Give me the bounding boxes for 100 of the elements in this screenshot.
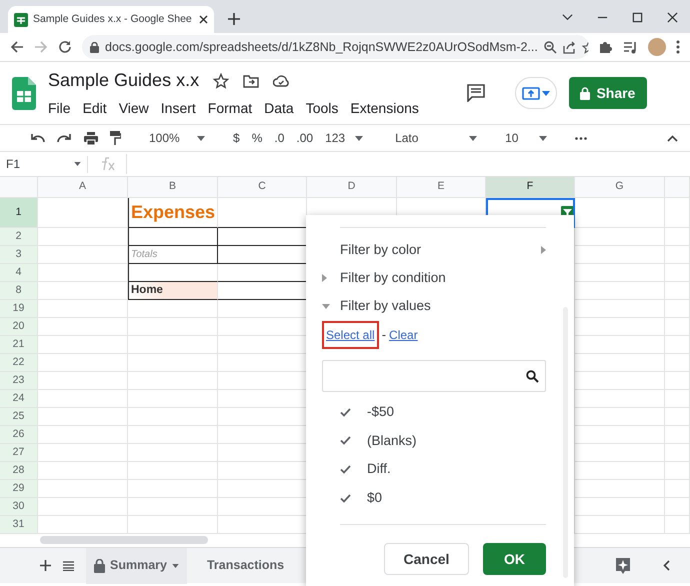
address-bar[interactable]: docs.google.com/spreadsheets/d/1kZ8Nb_RojqnSWWE2z0AUrOSodMsm-2... bbox=[82, 35, 589, 59]
column-header[interactable]: G bbox=[575, 177, 665, 198]
chevron-left-icon[interactable] bbox=[663, 560, 670, 571]
undo-icon[interactable] bbox=[30, 133, 45, 143]
close-icon[interactable] bbox=[199, 15, 208, 24]
column-header[interactable]: B bbox=[128, 177, 218, 198]
row-header[interactable]: 30 bbox=[0, 498, 38, 516]
share-button[interactable]: Share bbox=[568, 77, 647, 109]
zoom-dropdown[interactable]: 100% bbox=[149, 129, 205, 147]
folder-icon[interactable] bbox=[243, 74, 260, 88]
row-header[interactable]: 3 bbox=[0, 246, 38, 264]
chevron-down-icon[interactable] bbox=[562, 12, 573, 23]
collapse-icon[interactable] bbox=[667, 134, 678, 142]
forward-icon[interactable] bbox=[34, 40, 48, 54]
scrollbar-thumb[interactable] bbox=[40, 536, 208, 544]
more-icon[interactable] bbox=[575, 136, 588, 140]
row-header[interactable]: 8 bbox=[0, 282, 38, 300]
document-title[interactable]: Sample Guides x.x bbox=[48, 67, 200, 94]
comment-icon[interactable] bbox=[466, 84, 485, 102]
checkmark-icon[interactable] bbox=[340, 408, 351, 417]
grid-cell[interactable]: Home bbox=[128, 282, 218, 300]
redo-icon[interactable] bbox=[57, 133, 72, 143]
column-header[interactable]: C bbox=[218, 177, 307, 198]
sheets-logo-icon[interactable] bbox=[12, 76, 36, 110]
star-icon[interactable] bbox=[213, 72, 230, 88]
more-icon[interactable] bbox=[676, 40, 680, 54]
format-button[interactable]: .00 bbox=[296, 129, 314, 147]
sheet-tab[interactable]: Transactions bbox=[198, 548, 292, 584]
clear-link[interactable]: Clear bbox=[389, 326, 418, 344]
row-header[interactable]: 20 bbox=[0, 318, 38, 336]
collapse-arrow-icon bbox=[322, 304, 330, 308]
value-option[interactable]: -$50 bbox=[322, 398, 546, 427]
row-header[interactable]: 26 bbox=[0, 426, 38, 444]
select-all-corner[interactable] bbox=[0, 177, 38, 198]
checkmark-icon[interactable] bbox=[340, 494, 351, 503]
zoom-icon[interactable] bbox=[544, 40, 557, 54]
explore-icon[interactable] bbox=[615, 556, 631, 574]
value-option[interactable]: $0 bbox=[322, 484, 546, 512]
menu-item[interactable]: Extensions bbox=[346, 98, 423, 119]
row-header[interactable]: 21 bbox=[0, 336, 38, 354]
sheet-list-icon[interactable] bbox=[63, 560, 74, 570]
row-header[interactable]: 4 bbox=[0, 264, 38, 282]
row-header[interactable]: 19 bbox=[0, 300, 38, 318]
print-icon[interactable] bbox=[84, 132, 98, 144]
font-size-dropdown[interactable]: 10 bbox=[505, 129, 548, 147]
grid-cell[interactable] bbox=[128, 228, 218, 246]
menu-item[interactable]: Format bbox=[204, 98, 256, 119]
column-header[interactable]: E bbox=[397, 177, 486, 198]
menu-item[interactable]: Tools bbox=[302, 98, 342, 119]
format-button[interactable]: .0 bbox=[274, 129, 284, 147]
search-field[interactable] bbox=[322, 360, 546, 392]
new-tab-icon[interactable] bbox=[228, 13, 240, 25]
column-header[interactable]: A bbox=[38, 177, 128, 198]
cancel-button[interactable]: Cancel bbox=[384, 543, 469, 576]
browser-tab[interactable]: Sample Guides x.x - Google Shee bbox=[8, 6, 214, 33]
format-button[interactable]: % bbox=[252, 129, 262, 147]
value-option[interactable]: (Blanks) bbox=[322, 426, 546, 456]
puzzle-icon[interactable] bbox=[599, 40, 613, 54]
filter-option[interactable]: Filter by condition bbox=[322, 264, 546, 292]
row-header[interactable]: 29 bbox=[0, 480, 38, 498]
menu-item[interactable]: View bbox=[114, 98, 153, 119]
value-option[interactable]: Diff. bbox=[322, 455, 546, 484]
paint-format-icon[interactable] bbox=[110, 131, 121, 145]
font-dropdown[interactable]: Lato bbox=[395, 129, 478, 147]
sheet-tab[interactable]: Summary bbox=[86, 548, 187, 584]
filter-option[interactable]: Filter by values bbox=[322, 292, 546, 320]
row-header[interactable]: 25 bbox=[0, 408, 38, 426]
reload-icon[interactable] bbox=[58, 40, 72, 54]
present-button[interactable] bbox=[514, 77, 557, 109]
share-icon[interactable] bbox=[562, 40, 576, 54]
close-icon[interactable] bbox=[667, 12, 678, 23]
row-header[interactable]: 31 bbox=[0, 516, 38, 534]
column-header[interactable]: D bbox=[307, 177, 397, 198]
format-button[interactable]: $ bbox=[233, 129, 240, 147]
menu-item[interactable]: Edit bbox=[78, 98, 111, 119]
back-icon[interactable] bbox=[10, 40, 24, 54]
menu-item[interactable]: File bbox=[44, 98, 75, 119]
row-header[interactable]: 23 bbox=[0, 372, 38, 390]
cloud-icon[interactable] bbox=[273, 74, 290, 86]
avatar-photo[interactable] bbox=[648, 38, 666, 56]
maximize-icon[interactable] bbox=[632, 12, 643, 23]
menu-item[interactable]: Data bbox=[260, 98, 298, 119]
playlist-icon[interactable] bbox=[623, 40, 638, 54]
select-all-link[interactable]: Select all bbox=[326, 326, 375, 344]
menu-item[interactable]: Insert bbox=[156, 98, 200, 119]
checkmark-icon[interactable] bbox=[340, 436, 351, 446]
row-header[interactable]: 22 bbox=[0, 354, 38, 372]
column-header[interactable]: F bbox=[486, 177, 575, 198]
row-header[interactable]: 24 bbox=[0, 390, 38, 408]
number-format-dropdown[interactable]: 123 bbox=[325, 129, 364, 147]
checkmark-icon[interactable] bbox=[340, 464, 351, 474]
row-header[interactable]: 28 bbox=[0, 462, 38, 480]
row-header[interactable]: 1 bbox=[0, 198, 38, 228]
ok-button[interactable]: OK bbox=[483, 543, 546, 576]
filter-option[interactable]: Filter by color bbox=[322, 236, 546, 264]
row-header[interactable]: 27 bbox=[0, 444, 38, 462]
expand-arrow-icon bbox=[322, 274, 327, 282]
add-sheet-icon[interactable] bbox=[40, 560, 51, 571]
name-box[interactable]: F1 bbox=[0, 156, 88, 172]
row-header[interactable]: 2 bbox=[0, 228, 38, 246]
